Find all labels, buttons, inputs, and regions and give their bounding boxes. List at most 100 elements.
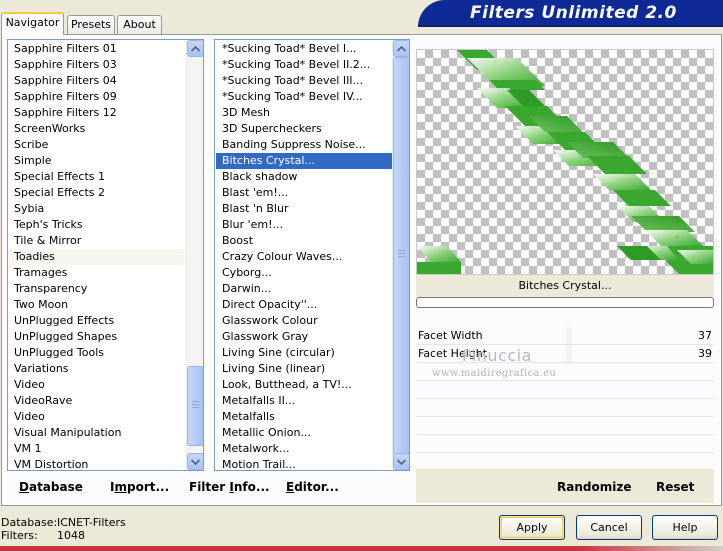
param-empty (416, 381, 714, 399)
database-info: Database:ICNET-Filters Filters: 1048 (1, 516, 126, 542)
category-item[interactable]: ScreenWorks (9, 121, 186, 137)
title-banner: Filters Unlimited 2.0 (418, 0, 723, 27)
category-scroll-thumb[interactable] (187, 366, 203, 446)
category-scrollbar[interactable] (186, 40, 203, 470)
scroll-down-button[interactable] (393, 453, 409, 470)
filter-item[interactable]: Bitches Crystal... (216, 153, 393, 169)
category-item[interactable]: VM 1 (9, 441, 186, 457)
param-label: Facet Width (418, 329, 483, 342)
filter-item[interactable]: Darwin... (216, 281, 393, 297)
tab-presets[interactable]: Presets (67, 15, 115, 34)
filter-item[interactable]: Metalwork... (216, 441, 393, 457)
category-item[interactable]: Tile & Mirror (9, 233, 186, 249)
filter-item[interactable]: Boost (216, 233, 393, 249)
category-item[interactable]: Sapphire Filters 04 (9, 73, 186, 89)
chevron-down-icon (397, 458, 406, 465)
filter-item[interactable]: Banding Suppress Noise... (216, 137, 393, 153)
param-empty (416, 399, 714, 417)
app-title: Filters Unlimited 2.0 (470, 3, 677, 23)
param-empty (416, 435, 714, 453)
filters-count-label: Filters: (1, 529, 38, 542)
param-facet-width[interactable]: Facet Width 37 (416, 327, 714, 345)
filter-item[interactable]: Cyborg... (216, 265, 393, 281)
filter-item[interactable]: Living Sine (linear) (216, 361, 393, 377)
filter-item[interactable]: Glasswork Colour (216, 313, 393, 329)
category-item[interactable]: Video (9, 377, 186, 393)
editor-button[interactable]: Editor... (286, 480, 339, 494)
filter-item[interactable]: Glasswork Gray (216, 329, 393, 345)
filter-item[interactable]: Crazy Colour Waves... (216, 249, 393, 265)
category-item[interactable]: Tramages (9, 265, 186, 281)
category-item[interactable]: Sybia (9, 201, 186, 217)
navigator-panel: Sapphire Filters 01 Sapphire Filters 03 Sa… (1, 34, 722, 506)
category-item[interactable]: Sapphire Filters 01 (9, 41, 186, 57)
filter-item[interactable]: Metallic Onion... (216, 425, 393, 441)
parameter-panel: Facet Width 37 Facet Height 39 (416, 327, 714, 471)
cancel-button[interactable]: Cancel (576, 515, 642, 540)
tab-navigator[interactable]: Navigator (1, 12, 64, 35)
category-item[interactable]: Toadies (9, 249, 186, 265)
category-item[interactable]: UnPlugged Shapes (9, 329, 186, 345)
help-button[interactable]: Help (652, 515, 718, 540)
filter-item[interactable]: Blast 'em!... (216, 185, 393, 201)
filter-item[interactable]: Metalfalls (216, 409, 393, 425)
filter-item[interactable]: Living Sine (circular) (216, 345, 393, 361)
import-button[interactable]: Import... (110, 480, 169, 494)
reset-button[interactable]: Reset (656, 480, 694, 494)
category-item[interactable]: Video (9, 409, 186, 425)
filter-item[interactable]: Black shadow (216, 169, 393, 185)
category-item[interactable]: UnPlugged Tools (9, 345, 186, 361)
category-item[interactable]: UnPlugged Effects (9, 313, 186, 329)
database-button[interactable]: Database (19, 480, 83, 494)
filter-item[interactable]: 3D Mesh (216, 105, 393, 121)
progress-bar (416, 297, 714, 308)
filter-item[interactable]: *Sucking Toad* Bevel II.2... (216, 57, 393, 73)
filter-item[interactable]: *Sucking Toad* Bevel III... (216, 73, 393, 89)
category-item[interactable]: Sapphire Filters 09 (9, 89, 186, 105)
chevron-down-icon (191, 458, 200, 465)
watermark-name: Pinuccia (462, 346, 532, 365)
filter-item[interactable]: *Sucking Toad* Bevel IV... (216, 89, 393, 105)
chevron-up-icon (397, 45, 406, 52)
chevron-up-icon (191, 45, 200, 52)
param-facet-height[interactable]: Facet Height 39 (416, 345, 714, 363)
category-item[interactable]: VM Distortion (9, 457, 186, 470)
category-items: Sapphire Filters 01 Sapphire Filters 03 Sa… (8, 41, 186, 470)
scroll-up-button[interactable] (393, 40, 409, 57)
category-item[interactable]: Special Effects 2 (9, 185, 186, 201)
filter-item[interactable]: *Sucking Toad* Bevel I... (216, 41, 393, 57)
category-item[interactable]: Teph's Tricks (9, 217, 186, 233)
filter-item[interactable]: Motion Trail... (216, 457, 393, 470)
tab-about[interactable]: About (117, 15, 162, 34)
category-item[interactable]: Sapphire Filters 12 (9, 105, 186, 121)
category-item[interactable]: Visual Manipulation (9, 425, 186, 441)
filter-info-button[interactable]: Filter Info... (189, 480, 270, 494)
filter-scroll-thumb[interactable] (393, 57, 409, 455)
category-item[interactable]: Special Effects 1 (9, 169, 186, 185)
category-item[interactable]: Transparency (9, 281, 186, 297)
apply-button[interactable]: Apply (499, 515, 565, 540)
category-item[interactable]: VideoRave (9, 393, 186, 409)
category-item[interactable]: Variations (9, 361, 186, 377)
filters-count-value: 1048 (57, 529, 85, 542)
category-item[interactable]: Scribe (9, 137, 186, 153)
scroll-down-button[interactable] (187, 453, 203, 470)
scroll-up-button[interactable] (187, 40, 203, 57)
randomize-button[interactable]: Randomize (557, 480, 631, 494)
filter-items: *Sucking Toad* Bevel I... *Sucking Toad* … (215, 41, 393, 470)
category-item[interactable]: Simple (9, 153, 186, 169)
param-empty (416, 417, 714, 435)
filter-scrollbar[interactable] (392, 40, 409, 470)
param-slider[interactable] (566, 345, 572, 362)
filter-item[interactable]: Direct Opacity''... (216, 297, 393, 313)
category-item[interactable]: Two Moon (9, 297, 186, 313)
filter-item[interactable]: 3D Supercheckers (216, 121, 393, 137)
filter-item[interactable]: Blast 'n Blur (216, 201, 393, 217)
filter-list[interactable]: *Sucking Toad* Bevel I... *Sucking Toad* … (214, 39, 410, 471)
param-slider[interactable] (566, 327, 572, 344)
category-list[interactable]: Sapphire Filters 01 Sapphire Filters 03 Sa… (7, 39, 204, 471)
filter-item[interactable]: Metalfalls II... (216, 393, 393, 409)
filter-item[interactable]: Blur 'em!... (216, 217, 393, 233)
filter-item[interactable]: Look, Butthead, a TV!... (216, 377, 393, 393)
category-item[interactable]: Sapphire Filters 03 (9, 57, 186, 73)
